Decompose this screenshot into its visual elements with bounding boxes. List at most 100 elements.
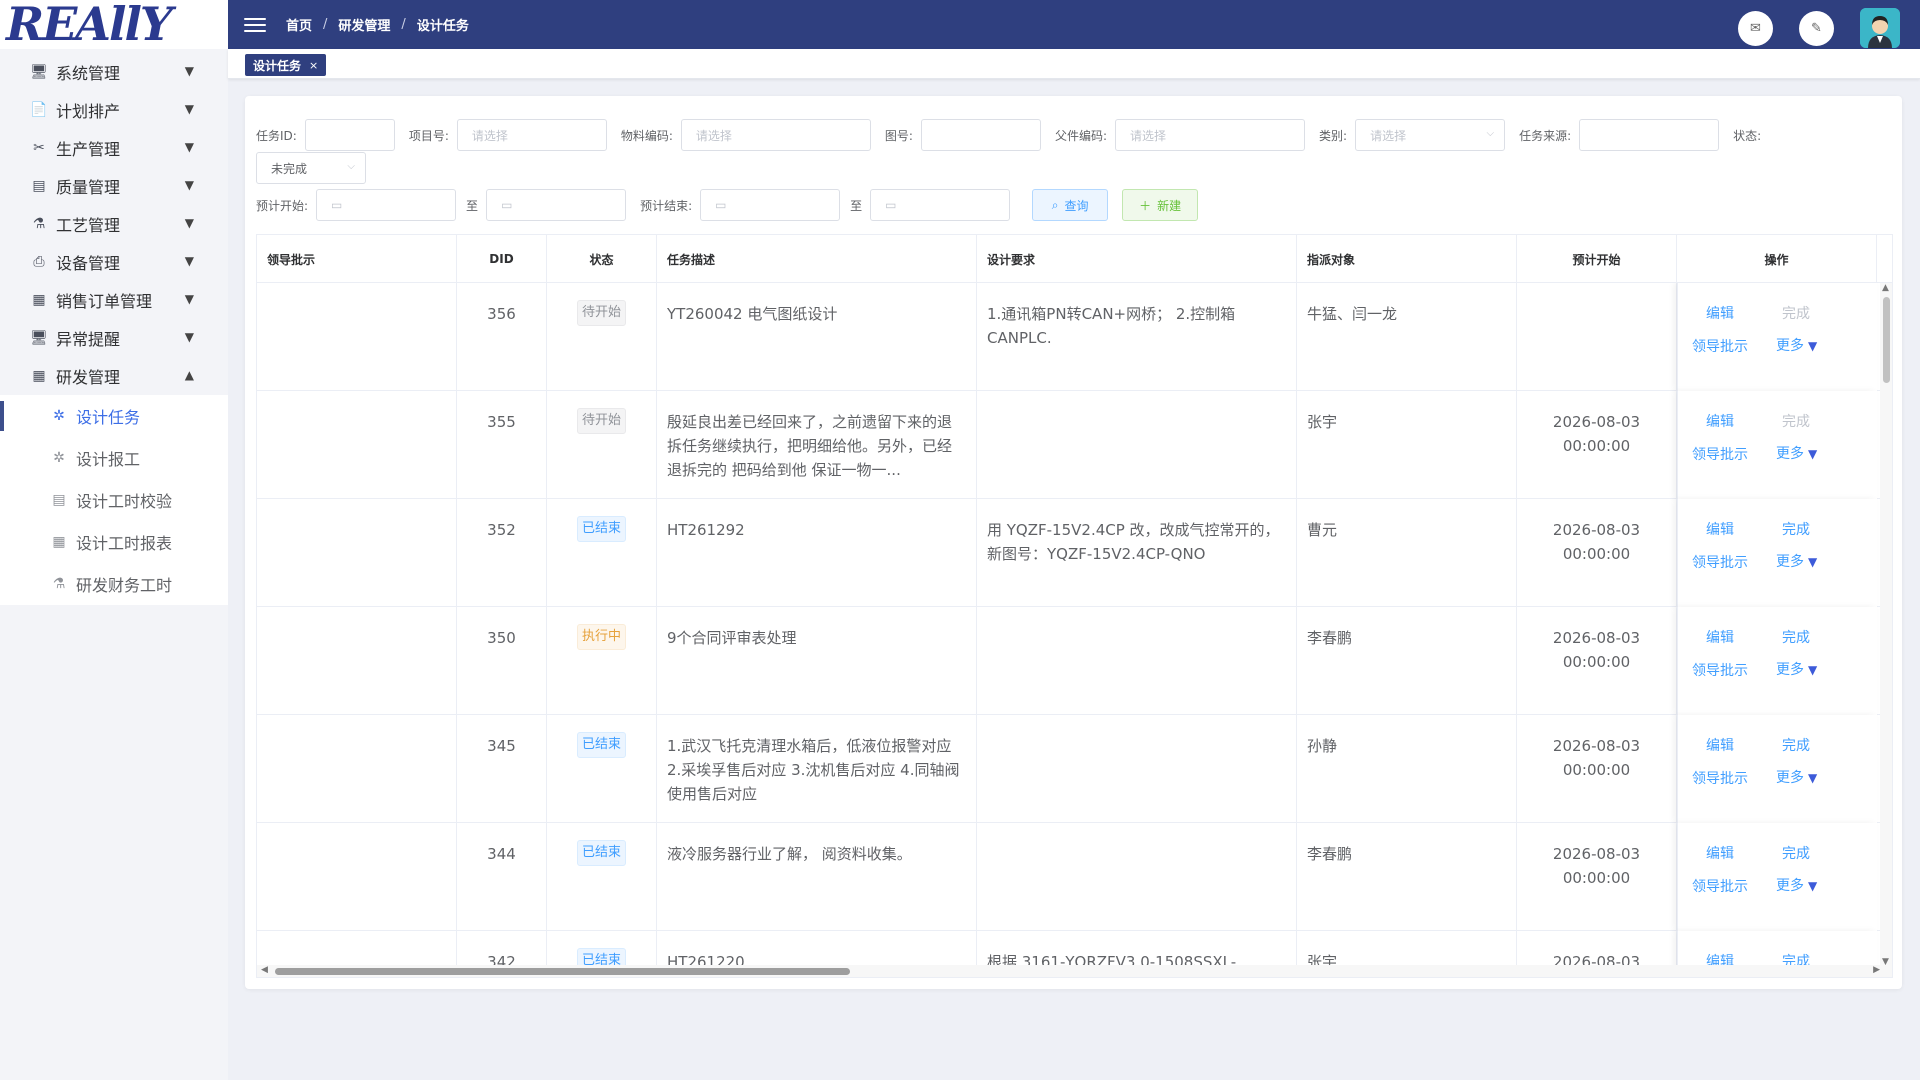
query-button[interactable]: ⌕ 查询 bbox=[1032, 189, 1109, 221]
cell-assignee: 李春鹏 bbox=[1297, 823, 1517, 931]
scroll-right-icon[interactable]: ▶ bbox=[1873, 965, 1880, 975]
sidebar-subitem-4[interactable]: ▦ 设计工时报表 bbox=[0, 521, 228, 563]
vertical-scroll-thumb[interactable] bbox=[1883, 297, 1890, 383]
plan-end-from-date[interactable]: ▭ bbox=[700, 189, 841, 221]
tag-design-task[interactable]: 设计任务 × bbox=[245, 54, 327, 76]
plan-start-to-date[interactable]: ▭ bbox=[486, 189, 627, 221]
project-no-select[interactable]: 请选择 bbox=[456, 119, 607, 151]
sidebar-item-label: 计划排产 bbox=[56, 102, 121, 121]
category-label: 类别: bbox=[1319, 128, 1348, 143]
edit-link[interactable]: 编辑 bbox=[1706, 843, 1734, 863]
edit-link[interactable]: 编辑 bbox=[1706, 627, 1734, 647]
plan-end-to-label: 至 bbox=[850, 198, 863, 213]
material-code-select[interactable]: 请选择 bbox=[680, 119, 871, 151]
leader-instruction-link[interactable]: 领导批示 bbox=[1692, 768, 1748, 788]
more-dropdown[interactable]: 更多 ▼ bbox=[1776, 767, 1817, 787]
finish-link[interactable]: 完成 bbox=[1782, 519, 1810, 539]
mail-icon[interactable]: ✉ bbox=[1738, 10, 1773, 46]
leader-instruction-link[interactable]: 领导批示 bbox=[1692, 552, 1748, 572]
project-no-label: 项目号: bbox=[408, 128, 449, 143]
avatar[interactable] bbox=[1860, 8, 1900, 48]
sidebar-subitem-1[interactable]: ✲ 设计任务 bbox=[0, 395, 228, 437]
drawing-no-input[interactable] bbox=[920, 119, 1041, 151]
sidebar-item-5[interactable]: ⚗ 工艺管理 ▼ bbox=[0, 205, 228, 243]
cell-desc-text: 殷延良出差已经回来了，之前遗留下来的退拆任务继续执行，把明细给他。另外，已经退拆… bbox=[667, 413, 953, 479]
finish-link[interactable]: 完成 bbox=[1782, 627, 1810, 647]
sidebar-subitem-3[interactable]: ▤ 设计工时校验 bbox=[0, 479, 228, 521]
close-icon[interactable]: × bbox=[309, 59, 318, 72]
sidebar-subitem-2[interactable]: ✲ 设计报工 bbox=[0, 437, 228, 479]
col-start[interactable]: 预计开始 bbox=[1517, 235, 1677, 283]
cell-desc: HT261220 bbox=[657, 931, 977, 967]
new-button[interactable]: ＋ 新建 bbox=[1122, 189, 1199, 221]
col-status[interactable]: 状态 bbox=[547, 235, 657, 283]
task-source-input[interactable] bbox=[1579, 119, 1720, 151]
more-label: 更多 bbox=[1776, 878, 1804, 894]
finish-link[interactable]: 完成 bbox=[1782, 843, 1810, 863]
cell-desc: YT260042 电气图纸设计 bbox=[657, 283, 977, 391]
search-icon: ⌕ bbox=[1051, 197, 1059, 212]
col-did[interactable]: DID bbox=[457, 235, 547, 283]
sidebar-item-6[interactable]: ⎙ 设备管理 ▼ bbox=[0, 243, 228, 281]
finish-link[interactable]: 完成 bbox=[1782, 735, 1810, 755]
plan-end-to-date[interactable]: ▭ bbox=[870, 189, 1011, 221]
edit-icon[interactable]: ✎ bbox=[1799, 10, 1834, 46]
sidebar-item-8[interactable]: 🖥 异常提醒 ▼ bbox=[0, 319, 228, 357]
more-dropdown[interactable]: 更多 ▼ bbox=[1776, 443, 1817, 463]
cell-start: 2026-08-03 00:00:00 bbox=[1517, 823, 1677, 931]
sidebar-subitem-5[interactable]: ⚗ 研发财务工时 bbox=[0, 563, 228, 605]
leader-instruction-link[interactable]: 领导批示 bbox=[1692, 660, 1748, 680]
more-dropdown[interactable]: 更多 ▼ bbox=[1776, 551, 1817, 571]
cell-req-text: 用 YQZF-15V2.4CP 改，改成气控常开的，新图号：YQZF-15V2.… bbox=[987, 521, 1280, 563]
tools-icon: ✂ bbox=[33, 140, 45, 156]
sidebar-item-1[interactable]: 🖥 系统管理 ▼ bbox=[0, 53, 228, 91]
logo[interactable]: REAllY bbox=[0, 0, 228, 49]
more-label: 更多 bbox=[1776, 662, 1804, 678]
horizontal-scroll-thumb[interactable] bbox=[275, 968, 850, 975]
scroll-left-icon[interactable]: ◀ bbox=[261, 965, 268, 975]
status-select[interactable]: 未完成 ⌵ bbox=[256, 152, 366, 184]
leader-instruction-link[interactable]: 领导批示 bbox=[1692, 336, 1748, 356]
plan-start-to-label: 至 bbox=[466, 198, 479, 213]
col-req[interactable]: 设计要求 bbox=[977, 235, 1297, 283]
edit-link[interactable]: 编辑 bbox=[1706, 303, 1734, 323]
edit-link[interactable]: 编辑 bbox=[1706, 735, 1734, 755]
more-dropdown[interactable]: 更多 ▼ bbox=[1776, 875, 1817, 895]
edit-link[interactable]: 编辑 bbox=[1706, 519, 1734, 539]
logo-text: REAllY bbox=[6, 0, 173, 51]
more-dropdown[interactable]: 更多 ▼ bbox=[1776, 659, 1817, 679]
sidebar-item-9[interactable]: ▦ 研发管理 ▲ bbox=[0, 357, 228, 395]
scroll-up-icon[interactable]: ▲ bbox=[1882, 283, 1889, 293]
parent-code-select[interactable]: 请选择 bbox=[1115, 119, 1306, 151]
caret-down-icon: ▼ bbox=[184, 254, 194, 268]
cell-status: 执行中 bbox=[547, 607, 657, 715]
sidebar-item-4[interactable]: ▤ 质量管理 ▼ bbox=[0, 167, 228, 205]
hamburger-menu-icon[interactable] bbox=[244, 17, 266, 32]
task-id-input[interactable] bbox=[304, 119, 395, 151]
col-desc[interactable]: 任务描述 bbox=[657, 235, 977, 283]
more-dropdown[interactable]: 更多 ▼ bbox=[1776, 335, 1817, 355]
vertical-scrollbar[interactable]: ▲ ▼ bbox=[1880, 283, 1892, 967]
status-badge: 待开始 bbox=[576, 300, 626, 326]
leader-instruction-link[interactable]: 领导批示 bbox=[1692, 444, 1748, 464]
cell-did: 355 bbox=[457, 391, 547, 499]
sidebar-item-3[interactable]: ✂ 生产管理 ▼ bbox=[0, 129, 228, 167]
horizontal-scrollbar[interactable]: ◀ ▶ bbox=[257, 965, 1892, 977]
edit-link[interactable]: 编辑 bbox=[1706, 411, 1734, 431]
plan-start-from-date[interactable]: ▭ bbox=[316, 189, 457, 221]
sidebar-item-7[interactable]: ▦ 销售订单管理 ▼ bbox=[0, 281, 228, 319]
breadcrumb-home[interactable]: 首页 bbox=[286, 15, 312, 34]
leader-instruction-link[interactable]: 领导批示 bbox=[1692, 876, 1748, 896]
col-assignee[interactable]: 指派对象 bbox=[1297, 235, 1517, 283]
task-id-label: 任务ID: bbox=[256, 128, 297, 143]
cell-did: 356 bbox=[457, 283, 547, 391]
cell-status: 待开始 bbox=[547, 283, 657, 391]
plan-end-label: 预计结束: bbox=[640, 198, 693, 213]
cell-did-text: 345 bbox=[487, 737, 516, 755]
col-leader[interactable]: 领导批示 bbox=[257, 235, 457, 283]
sidebar-item-label: 系统管理 bbox=[56, 64, 121, 83]
table-row: 356 待开始 YT260042 电气图纸设计 1.通讯箱PN转CAN+网桥； 2.控… bbox=[257, 283, 1892, 391]
cell-start: 2026-08-03 00:00:00 bbox=[1517, 715, 1677, 823]
sidebar-item-2[interactable]: 📄 计划排产 ▼ bbox=[0, 91, 228, 129]
category-select[interactable]: 请选择 ⌵ bbox=[1355, 119, 1506, 151]
